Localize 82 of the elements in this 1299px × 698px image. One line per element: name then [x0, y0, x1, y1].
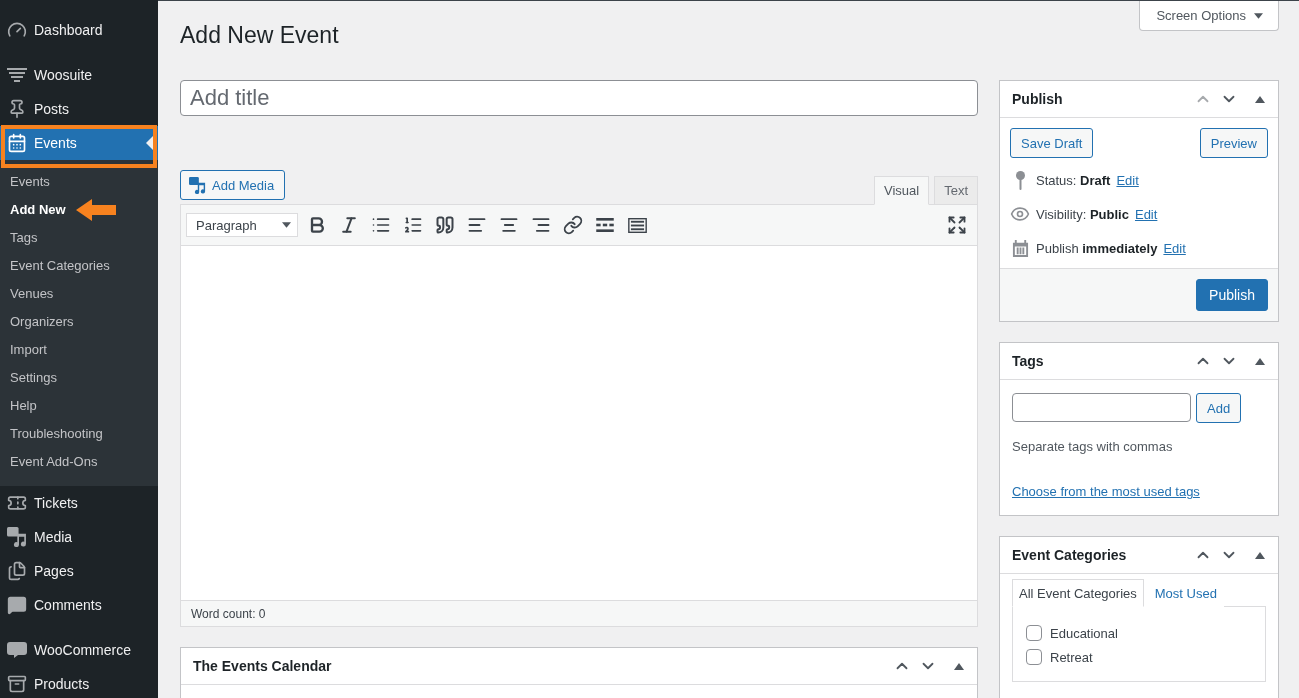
documents-icon: [7, 561, 27, 581]
filter-lines-icon: [7, 68, 27, 82]
archive-box-icon: [7, 674, 27, 694]
publish-setting-text: Publish immediately: [1036, 240, 1158, 256]
media-icon: [7, 527, 27, 547]
checkbox[interactable]: [1026, 649, 1042, 665]
box-title: Event Categories: [1012, 547, 1128, 563]
menu-item[interactable]: Dashboard: [0, 13, 158, 47]
gauge-icon: [7, 20, 27, 40]
submenu-item[interactable]: Settings: [0, 369, 57, 387]
box-title: The Events Calendar: [193, 658, 333, 674]
fullscreen-icon: [947, 215, 967, 235]
publish-setting-text: Status: Draft: [1036, 172, 1111, 188]
submenu-item[interactable]: Event Categories: [0, 257, 110, 275]
menu-item[interactable]: Media: [0, 520, 158, 554]
pushpin-icon: [7, 99, 27, 119]
numbered-list-icon: [403, 215, 423, 235]
triangle-up-icon: [1255, 551, 1265, 559]
checkbox[interactable]: [1026, 625, 1042, 641]
category-tab[interactable]: All Event Categories: [1012, 579, 1144, 607]
media-icon: [189, 176, 206, 194]
tag-input-field[interactable]: [1012, 393, 1191, 422]
edit-link[interactable]: Edit: [1134, 206, 1158, 222]
read-more-icon: [596, 218, 614, 232]
publish-button[interactable]: Publish: [1196, 279, 1268, 311]
menu-pointer-icon: [146, 136, 153, 150]
align-left-icon: [467, 215, 487, 235]
italic-icon: [339, 215, 359, 235]
triangle-up-icon: [1255, 357, 1265, 365]
submenu-item[interactable]: Add New: [0, 201, 66, 219]
screen-options-button[interactable]: Screen Options: [1139, 1, 1279, 31]
comment-icon: [7, 595, 27, 615]
submenu-item[interactable]: Troubleshooting: [0, 425, 103, 443]
submenu-item[interactable]: Organizers: [0, 313, 74, 331]
align-center-icon: [499, 215, 519, 235]
editor-tab[interactable]: Text: [934, 176, 978, 205]
triangle-up-icon: [954, 662, 964, 670]
add-tag-button[interactable]: Add: [1196, 393, 1242, 423]
align-right-icon: [531, 215, 551, 235]
menu-item[interactable]: Tickets: [0, 486, 158, 520]
calendar-icon: [1011, 239, 1029, 257]
preview-button[interactable]: Preview: [1199, 128, 1268, 158]
submenu-item[interactable]: Events: [0, 173, 50, 191]
submenu-item[interactable]: Tags: [0, 229, 38, 247]
eye-icon: [1010, 204, 1030, 224]
editor-tab[interactable]: Visual: [873, 176, 930, 205]
box-title: Publish: [1012, 91, 1064, 107]
submenu-item[interactable]: Venues: [0, 285, 54, 303]
save-draft-button[interactable]: Save Draft: [1010, 128, 1094, 158]
menu-item[interactable]: Posts: [0, 92, 158, 126]
edit-link[interactable]: Edit: [1163, 240, 1186, 256]
submenu-item[interactable]: Import: [0, 341, 47, 359]
menu-item[interactable]: Products: [0, 667, 158, 698]
add-media-button[interactable]: Add Media: [180, 170, 286, 200]
caret-down-icon: [1254, 12, 1263, 19]
category-label: Retreat: [1050, 649, 1093, 665]
link-icon: [563, 215, 583, 235]
page-title: Add New Event: [180, 21, 339, 50]
toolbar-toggle-icon: [627, 217, 647, 233]
submenu-item[interactable]: Event Add-Ons: [0, 453, 98, 471]
menu-item[interactable]: Pages: [0, 554, 158, 588]
menu-item[interactable]: Woosuite: [0, 58, 158, 92]
calendar-icon: [7, 133, 27, 153]
ticket-icon: [7, 493, 27, 513]
caret-down-icon: [282, 222, 291, 228]
publish-setting-text: Visibility: Public: [1036, 206, 1129, 222]
submenu-item[interactable]: Help: [0, 397, 37, 415]
pin-icon: [1015, 170, 1025, 190]
menu-item[interactable]: Comments: [0, 588, 158, 622]
tags-hint: Separate tags with commas: [1012, 438, 1174, 456]
title-field[interactable]: Add title: [180, 80, 978, 116]
speech-bubble-icon: [7, 642, 27, 658]
box-title: Tags: [1012, 353, 1045, 369]
word-count: Word count: 0: [191, 606, 266, 621]
quote-icon: [435, 215, 455, 235]
format-select[interactable]: Paragraph: [186, 213, 298, 237]
menu-item[interactable]: WooCommerce: [0, 633, 158, 667]
most-used-tags-link[interactable]: Choose from the most used tags: [1012, 484, 1200, 499]
triangle-up-icon: [1255, 95, 1265, 103]
edit-link[interactable]: Edit: [1116, 172, 1139, 188]
category-label: Educational: [1050, 625, 1118, 641]
bullet-list-icon: [371, 215, 391, 235]
